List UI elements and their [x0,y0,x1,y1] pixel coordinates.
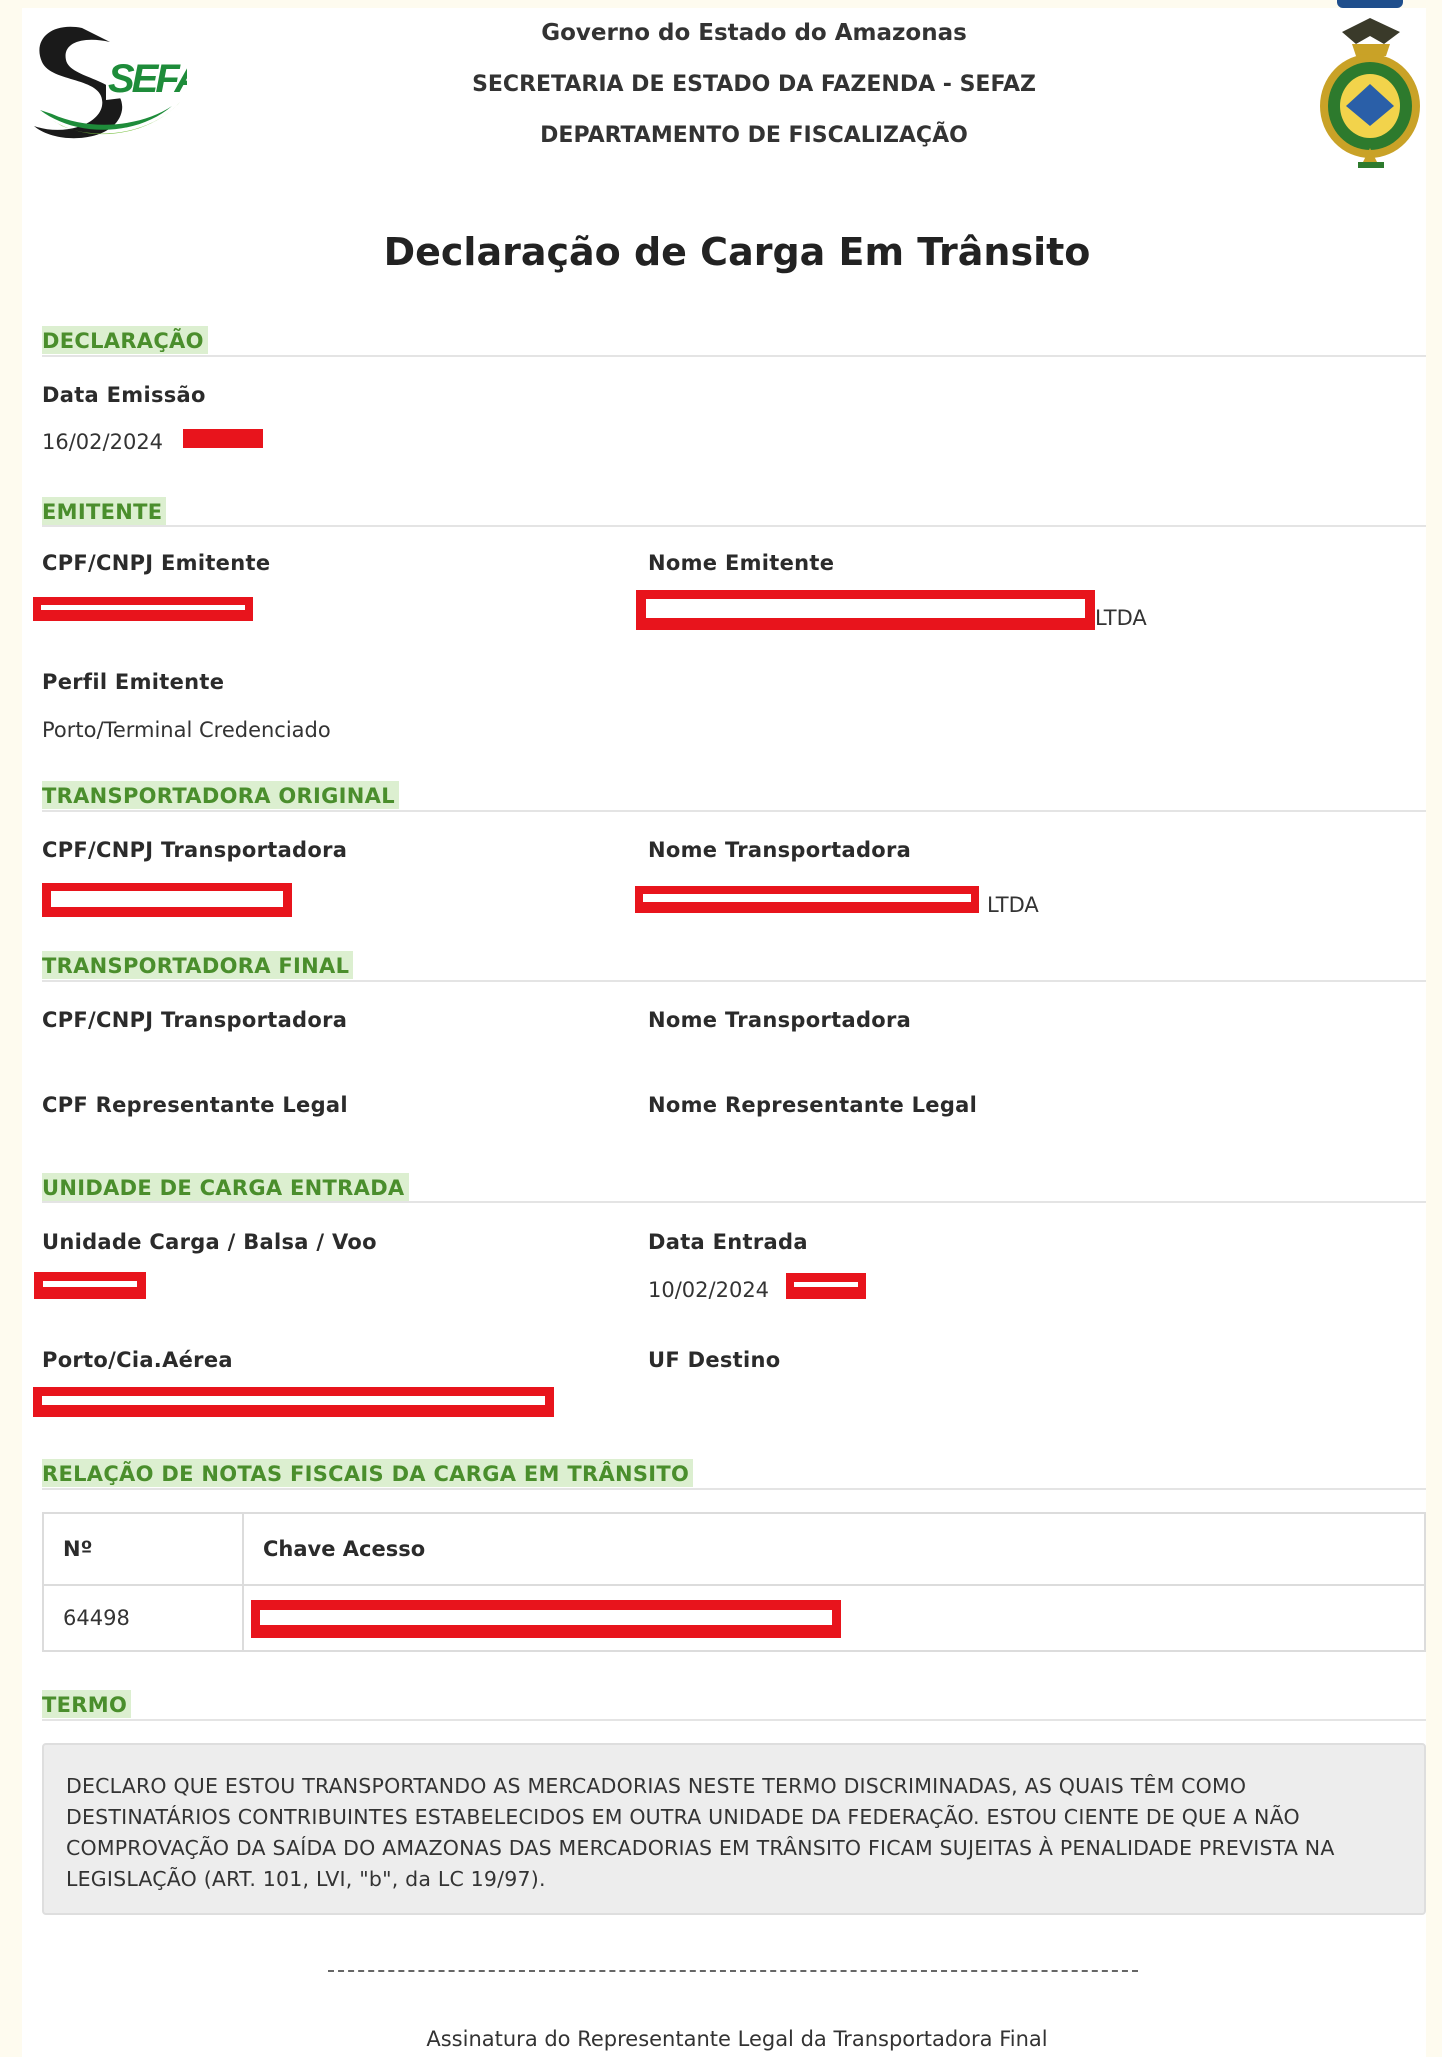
redaction-mark [183,429,263,448]
nome-transportadora-final-label: Nome Transportadora [648,1008,912,1032]
redaction-mark [33,1387,554,1417]
perfil-emitente-value: Porto/Terminal Credenciado [42,718,331,742]
section-title-emitente: EMITENTE [42,497,167,525]
cpf-representante-label: CPF Representante Legal [42,1093,348,1117]
nota-numero-cell: 64498 [42,1584,244,1652]
signature-label: Assinatura do Representante Legal da Tra… [426,2027,1048,2051]
redaction-mark [42,883,292,917]
signature-line [328,1970,1138,1972]
nome-transportadora-original-suffix: LTDA [987,893,1039,917]
perfil-emitente-label: Perfil Emitente [42,670,225,694]
logo-text: SEFAZ [108,57,187,101]
section-title-declaracao: DECLARAÇÃO [42,326,208,354]
redaction-mark [34,1272,146,1299]
divider [42,1488,1426,1490]
cpf-transportadora-final-label: CPF/CNPJ Transportadora [42,1008,348,1032]
header-departamento: DEPARTAMENTO DE FISCALIZAÇÃO [540,123,968,148]
redaction-mark [635,886,979,913]
header-secretaria: SECRETARIA DE ESTADO DA FAZENDA - SEFAZ [472,72,1036,97]
section-title-unidade: UNIDADE DE CARGA ENTRADA [42,1173,409,1201]
redaction-mark [636,590,1095,630]
notas-table: Nº Chave Acesso 64498 [42,1512,1426,1652]
document-page: SEFAZ Governo do Estado do Amazonas SECR… [22,8,1426,2057]
table-header-row: Nº Chave Acesso [42,1512,1426,1586]
divider [42,525,1426,527]
cpf-transportadora-original-label: CPF/CNPJ Transportadora [42,838,348,862]
divider [42,1201,1426,1203]
top-accent-bar [1337,0,1403,8]
column-header-numero: Nº [42,1512,244,1586]
nome-emitente-label: Nome Emitente [648,551,835,575]
divider [42,1719,1426,1721]
data-entrada-label: Data Entrada [648,1230,808,1254]
section-title-transp-original: TRANSPORTADORA ORIGINAL [42,781,399,809]
divider [42,980,1426,982]
nome-transportadora-original-label: Nome Transportadora [648,838,912,862]
section-title-transp-final: TRANSPORTADORA FINAL [42,951,354,979]
divider [42,810,1426,812]
header-government: Governo do Estado do Amazonas [541,20,967,46]
termo-text: DECLARO QUE ESTOU TRANSPORTANDO AS MERCA… [42,1743,1426,1915]
nota-chave-cell [242,1584,1426,1652]
section-title-termo: TERMO [42,1690,132,1718]
page-title: Declaração de Carga Em Trânsito [383,230,1091,274]
cpf-emitente-label: CPF/CNPJ Emitente [42,551,271,575]
sefaz-logo: SEFAZ [34,26,187,139]
divider [42,355,1426,357]
nome-representante-label: Nome Representante Legal [648,1093,978,1117]
section-title-notas: RELAÇÃO DE NOTAS FISCAIS DA CARGA EM TRÂ… [42,1459,694,1487]
porto-label: Porto/Cia.Aérea [42,1348,233,1372]
data-emissao-label: Data Emissão [42,383,206,407]
data-emissao-value: 16/02/2024 [42,430,164,454]
nome-emitente-suffix: LTDA [1095,606,1147,630]
redaction-mark [251,1600,841,1638]
redaction-mark [786,1273,866,1299]
redaction-mark [33,597,253,621]
data-entrada-value: 10/02/2024 [648,1278,770,1302]
unidade-carga-label: Unidade Carga / Balsa / Voo [42,1230,377,1254]
uf-destino-label: UF Destino [648,1348,781,1372]
coat-of-arms-icon [1320,18,1420,168]
table-row: 64498 [42,1584,1426,1652]
column-header-chave: Chave Acesso [242,1512,1426,1586]
